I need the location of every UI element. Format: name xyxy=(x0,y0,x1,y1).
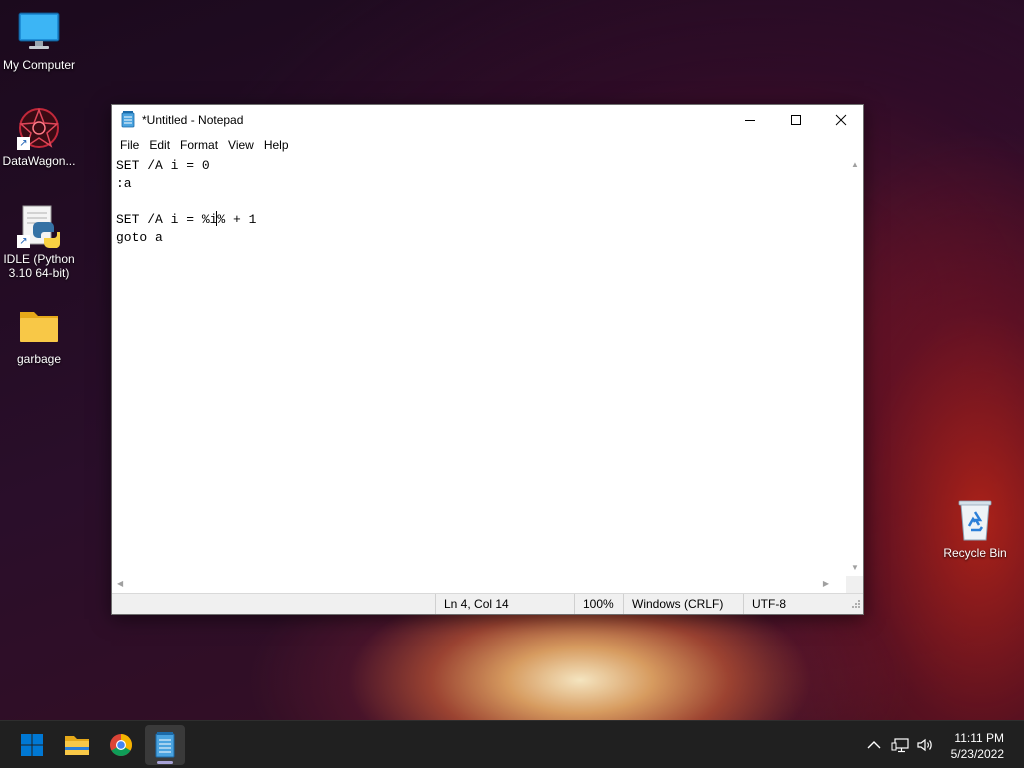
close-icon xyxy=(835,114,847,126)
desktop-icon-datawagon[interactable]: ↗ DataWagon... xyxy=(0,106,78,168)
desktop-icon-label: DataWagon... xyxy=(2,154,76,168)
menu-format[interactable]: Format xyxy=(175,135,223,155)
start-button[interactable] xyxy=(12,725,52,765)
menu-view[interactable]: View xyxy=(223,135,259,155)
taskbar-notepad[interactable] xyxy=(145,725,185,765)
monitor-icon xyxy=(17,10,61,54)
minimize-button[interactable] xyxy=(727,105,773,135)
status-zoom: 100% xyxy=(574,594,614,614)
scroll-left-arrow-icon[interactable]: ◀ xyxy=(117,580,123,588)
desktop-icon-label: Recycle Bin xyxy=(943,546,1007,560)
clock-time: 11:11 PM xyxy=(954,731,1004,745)
menu-file[interactable]: File xyxy=(115,135,144,155)
maximize-icon xyxy=(791,115,801,125)
notepad-icon xyxy=(155,732,175,758)
recycle-bin-icon xyxy=(953,498,997,542)
line-text-before-caret: SET /A i = %i xyxy=(116,212,218,227)
close-button[interactable] xyxy=(818,105,864,135)
desktop-icon-my-computer[interactable]: My Computer xyxy=(0,10,78,72)
file-explorer-icon xyxy=(65,736,89,755)
clock-date: 5/23/2022 xyxy=(950,747,1004,761)
editor-line-cursor: SET /A i = %i% + 1 xyxy=(116,211,845,229)
vertical-scrollbar[interactable]: ▲ ▼ xyxy=(846,155,863,576)
title-bar[interactable]: *Untitled - Notepad xyxy=(112,105,863,135)
status-position: Ln 4, Col 14 xyxy=(435,594,509,614)
status-line-ending: Windows (CRLF) xyxy=(623,594,723,614)
editor-line: SET /A i = 0 xyxy=(116,158,210,173)
network-icon[interactable] xyxy=(891,735,911,755)
minimize-icon xyxy=(745,120,755,121)
desktop-icon-label: garbage xyxy=(16,352,62,366)
menu-help[interactable]: Help xyxy=(259,135,294,155)
desktop-icon-label: My Computer xyxy=(2,58,76,72)
taskbar-file-explorer[interactable] xyxy=(57,725,97,765)
scroll-up-arrow-icon[interactable]: ▲ xyxy=(851,161,859,169)
notepad-icon xyxy=(121,111,135,128)
scroll-down-arrow-icon[interactable]: ▼ xyxy=(851,564,859,572)
desktop-icon-garbage[interactable]: garbage xyxy=(0,304,78,366)
datawagon-app-icon: ↗ xyxy=(17,106,61,150)
taskbar-chrome[interactable] xyxy=(101,725,141,765)
text-editor[interactable]: SET /A i = 0 :a SET /A i = %i% + 1 goto … xyxy=(112,155,849,576)
desktop-icon-recycle-bin[interactable]: Recycle Bin xyxy=(936,498,1014,560)
taskbar: 11:11 PM 5/23/2022 xyxy=(0,720,1024,768)
desktop-icon-idle[interactable]: ↗ IDLE (Python 3.10 64-bit) xyxy=(0,204,78,280)
windows-logo-icon xyxy=(21,734,43,756)
menu-bar: File Edit Format View Help xyxy=(112,135,863,155)
chevron-up-icon[interactable] xyxy=(864,735,884,755)
notepad-window: *Untitled - Notepad File Edit Format Vie… xyxy=(111,104,864,615)
resize-grip-icon[interactable] xyxy=(851,598,861,612)
status-encoding: UTF-8 xyxy=(743,594,786,614)
horizontal-scrollbar[interactable]: ◀ ▶ xyxy=(112,576,849,593)
scroll-corner xyxy=(846,576,863,593)
python-idle-icon: ↗ xyxy=(17,204,61,248)
line-text-after-caret: % + 1 xyxy=(217,212,257,227)
chrome-icon xyxy=(110,734,132,756)
system-clock[interactable]: 11:11 PM 5/23/2022 xyxy=(940,730,1004,762)
shortcut-arrow-icon: ↗ xyxy=(17,137,30,150)
desktop-icon-label: IDLE (Python 3.10 64-bit) xyxy=(3,252,75,280)
active-app-indicator xyxy=(157,761,173,764)
shortcut-arrow-icon: ↗ xyxy=(17,235,30,248)
menu-edit[interactable]: Edit xyxy=(144,135,175,155)
volume-icon[interactable] xyxy=(915,735,935,755)
window-title: *Untitled - Notepad xyxy=(142,113,244,127)
folder-icon xyxy=(17,304,61,348)
scroll-right-arrow-icon[interactable]: ▶ xyxy=(823,580,829,588)
maximize-button[interactable] xyxy=(773,105,819,135)
editor-line: goto a xyxy=(116,230,163,245)
status-bar: Ln 4, Col 14 100% Windows (CRLF) UTF-8 xyxy=(112,593,863,614)
editor-line: :a xyxy=(116,176,132,191)
